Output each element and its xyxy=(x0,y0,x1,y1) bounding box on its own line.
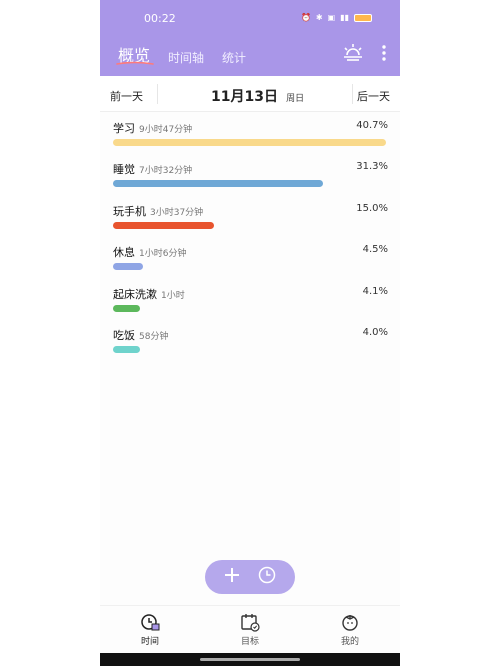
bottom-navigation: 时间 目标 我的 xyxy=(100,605,400,653)
nav-label: 目标 xyxy=(240,637,259,647)
status-time: 00:22 xyxy=(144,12,176,25)
activity-percent: 31.3% xyxy=(356,161,388,172)
date-display[interactable]: 11月13日 周日 xyxy=(211,86,304,106)
nav-time[interactable]: 时间 xyxy=(100,606,200,653)
activity-duration: 3小时37分钟 xyxy=(150,208,204,218)
sunrise-icon[interactable] xyxy=(342,43,364,63)
activity-bar xyxy=(113,305,140,312)
divider xyxy=(352,84,353,104)
status-icons: ⏰ ✱ ▣ ▮▮ xyxy=(301,13,372,23)
activity-bar xyxy=(113,346,140,353)
activity-bar xyxy=(113,180,323,187)
activity-duration: 9小时47分钟 xyxy=(139,125,193,135)
tomato-icon xyxy=(342,615,358,631)
top-tabs: 概览 时间轴 统计 xyxy=(116,42,246,66)
activity-duration: 7小时32分钟 xyxy=(139,166,193,176)
nav-label: 我的 xyxy=(340,637,359,647)
activity-duration: 1小时6分钟 xyxy=(139,249,187,259)
nav-goals[interactable]: 目标 xyxy=(200,606,300,653)
activity-name: 起床洗漱 xyxy=(113,288,157,301)
activity-percent: 4.0% xyxy=(362,327,388,338)
activity-bar xyxy=(113,139,386,146)
weekday-label: 周日 xyxy=(286,94,305,104)
activity-percent: 4.1% xyxy=(362,286,388,297)
activity-percent: 40.7% xyxy=(356,120,388,131)
tab-statistics[interactable]: 统计 xyxy=(222,49,246,66)
floating-action-bar xyxy=(205,560,295,594)
activity-duration: 1小时 xyxy=(161,291,185,301)
activity-name: 吃饭 xyxy=(113,329,135,342)
tab-active-underline xyxy=(116,61,154,65)
app-header: 00:22 ⏰ ✱ ▣ ▮▮ 概览 时间轴 统计 xyxy=(100,0,400,76)
next-day-button[interactable]: 后一天 xyxy=(357,88,390,104)
clock-calendar-icon xyxy=(141,614,160,631)
signal-icon: ▮▮ xyxy=(340,13,349,22)
prev-day-button[interactable]: 前一天 xyxy=(110,88,143,104)
activity-percent: 4.5% xyxy=(362,244,388,255)
nav-label: 时间 xyxy=(140,637,159,647)
clock-icon[interactable] xyxy=(258,566,276,588)
date-navigator: 前一天 11月13日 周日 后一天 xyxy=(100,76,400,112)
plus-icon[interactable] xyxy=(224,567,240,587)
tab-timeline[interactable]: 时间轴 xyxy=(168,49,204,66)
nav-me[interactable]: 我的 xyxy=(300,606,400,653)
activity-bar xyxy=(113,263,143,270)
home-indicator[interactable] xyxy=(200,658,300,661)
activity-percent: 15.0% xyxy=(356,203,388,214)
divider xyxy=(157,84,158,104)
header-actions xyxy=(342,43,386,63)
tab-overview[interactable]: 概览 xyxy=(116,42,154,66)
date-label: 11月13日 xyxy=(211,89,278,105)
activity-duration: 58分钟 xyxy=(139,332,169,342)
alarm-icon: ⏰ xyxy=(300,13,311,22)
activity-name: 睡觉 xyxy=(113,163,135,176)
hd-icon: ▣ xyxy=(327,13,336,22)
bluetooth-icon: ✱ xyxy=(315,13,323,22)
goal-calendar-icon xyxy=(241,614,260,632)
battery-icon xyxy=(354,14,372,22)
activity-bar xyxy=(113,222,214,229)
app-screen: 00:22 ⏰ ✱ ▣ ▮▮ 概览 时间轴 统计 前一天 11月13日 周日 后… xyxy=(100,0,400,666)
status-bar: 00:22 ⏰ ✱ ▣ ▮▮ xyxy=(100,0,400,36)
more-vertical-icon[interactable] xyxy=(382,45,386,61)
activity-name: 休息 xyxy=(113,246,135,259)
activity-name: 玩手机 xyxy=(113,205,146,218)
activity-name: 学习 xyxy=(113,122,135,135)
